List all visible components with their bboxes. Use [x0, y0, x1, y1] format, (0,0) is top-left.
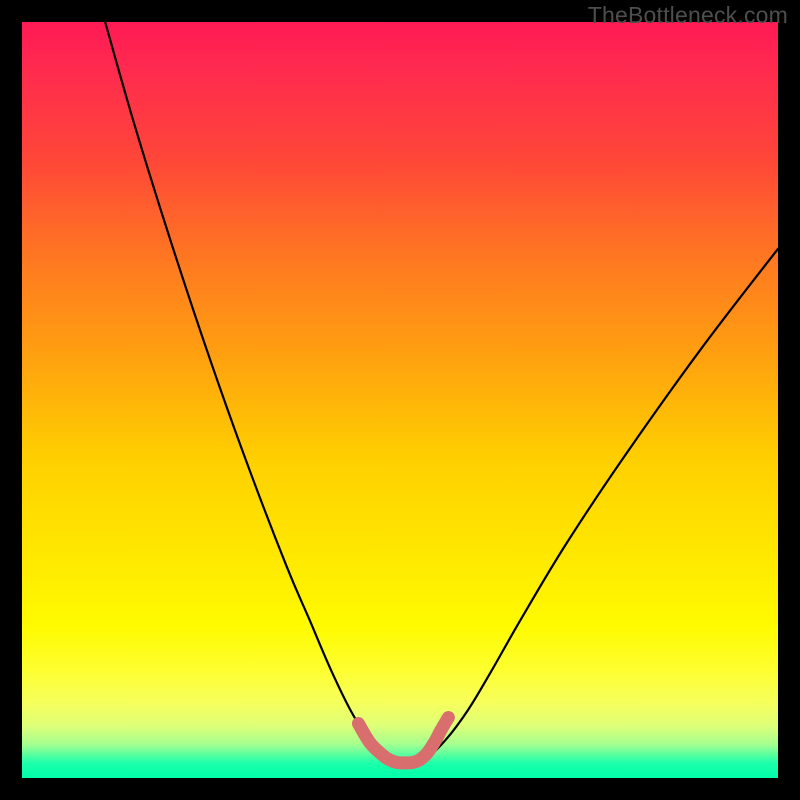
chart-frame: TheBottleneck.com: [0, 0, 800, 800]
curve-layer: [22, 22, 778, 778]
bottleneck-curve: [105, 22, 778, 764]
plot-area: [22, 22, 778, 778]
watermark-text: TheBottleneck.com: [588, 2, 788, 29]
trough-highlight: [358, 718, 448, 763]
